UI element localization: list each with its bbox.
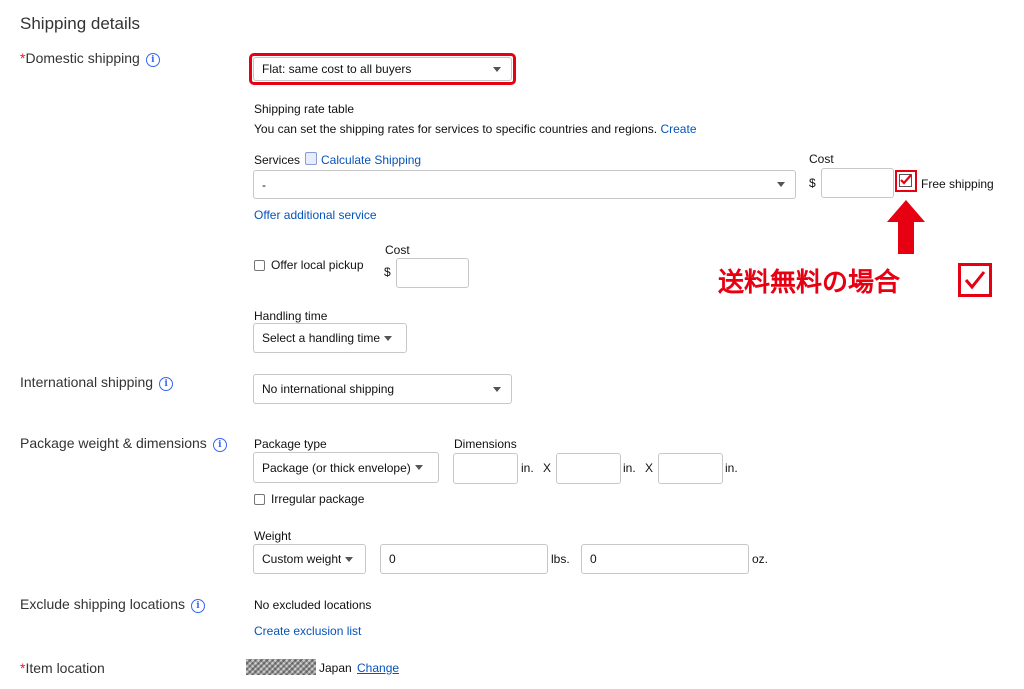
package-type-label: Package type	[254, 437, 327, 451]
local-cost-label: Cost	[385, 243, 410, 257]
select-value: Select a handling time	[262, 331, 381, 345]
irregular-package-option[interactable]: Irregular package	[254, 492, 364, 506]
domestic-shipping-text: Domestic shipping	[25, 50, 140, 66]
input-value: 0	[389, 552, 396, 566]
rate-table-desc-text: You can set the shipping rates for servi…	[254, 122, 658, 136]
rate-table-title: Shipping rate table	[254, 102, 355, 116]
dim-unit: in.	[725, 461, 738, 475]
height-input[interactable]	[658, 453, 723, 484]
input-value: 0	[590, 552, 597, 566]
checkbox-icon	[958, 263, 992, 297]
check-icon	[964, 271, 986, 290]
info-icon[interactable]: i	[159, 377, 174, 391]
handling-time-label: Handling time	[254, 309, 328, 323]
package-type-select[interactable]: Package (or thick envelope)	[253, 452, 439, 483]
arrow-up-icon	[887, 200, 925, 254]
info-icon[interactable]: i	[191, 599, 205, 613]
chevron-down-icon	[493, 66, 501, 72]
chevron-down-icon	[493, 386, 501, 392]
item-location-label: *Item location	[20, 660, 105, 676]
weight-type-select[interactable]: Custom weight	[253, 544, 366, 574]
select-value: Package (or thick envelope)	[262, 460, 411, 475]
local-pickup-label: Offer local pickup	[271, 258, 364, 272]
local-currency-symbol: $	[384, 265, 391, 279]
offer-additional-service-link[interactable]: Offer additional service	[254, 208, 377, 222]
select-value: Flat: same cost to all buyers	[262, 62, 412, 76]
dim-unit: in.	[521, 461, 534, 475]
item-location-country: Japan	[319, 661, 352, 675]
weight-oz-input[interactable]: 0	[581, 544, 749, 574]
dim-separator: X	[645, 461, 654, 475]
chevron-down-icon	[414, 465, 423, 470]
services-header: Services Calculate Shipping	[254, 152, 421, 167]
select-value: No international shipping	[262, 382, 395, 396]
create-exclusion-list-link[interactable]: Create exclusion list	[254, 624, 361, 638]
info-icon[interactable]: i	[145, 53, 160, 67]
dim-unit: in.	[623, 461, 636, 475]
local-pickup-option[interactable]: Offer local pickup	[254, 258, 364, 272]
change-location-link[interactable]: Change	[357, 661, 399, 675]
calculate-shipping-link[interactable]: Calculate Shipping	[321, 153, 421, 167]
exclude-locations-label: Exclude shipping locations i	[20, 596, 205, 613]
service-select[interactable]: -	[253, 170, 796, 199]
redacted-address-image	[246, 659, 316, 675]
currency-symbol: $	[809, 176, 816, 190]
shipping-cost-input[interactable]	[821, 168, 894, 198]
international-shipping-label: International shipping i	[20, 374, 174, 391]
irregular-package-label: Irregular package	[271, 492, 365, 506]
item-location-text: Item location	[25, 660, 105, 676]
width-input[interactable]	[556, 453, 621, 484]
package-weight-dimensions-label: Package weight & dimensions i	[20, 435, 227, 452]
weight-label: Weight	[254, 529, 292, 543]
calculator-icon	[305, 152, 318, 165]
irregular-package-checkbox[interactable]	[254, 493, 265, 505]
international-shipping-text: International shipping	[20, 374, 154, 390]
free-shipping-note: 送料無料の場合	[718, 268, 901, 298]
local-pickup-checkbox[interactable]	[254, 259, 265, 271]
check-icon	[900, 174, 912, 185]
dimensions-label: Dimensions	[454, 437, 517, 451]
select-value: -	[262, 177, 266, 192]
weight-lbs-input[interactable]: 0	[380, 544, 548, 574]
exclude-label-text: Exclude shipping locations	[20, 596, 185, 612]
free-shipping-label: Free shipping	[921, 177, 994, 191]
oz-unit: oz.	[752, 552, 769, 566]
dim-separator: X	[543, 461, 552, 475]
select-value: Custom weight	[262, 552, 342, 566]
length-input[interactable]	[453, 453, 518, 484]
chevron-down-icon	[777, 182, 785, 187]
domestic-shipping-method-select[interactable]: Flat: same cost to all buyers	[253, 57, 512, 81]
cost-label: Cost	[809, 152, 834, 166]
excluded-locations-value: No excluded locations	[254, 598, 372, 612]
handling-time-select[interactable]: Select a handling time	[253, 323, 407, 353]
rate-table-description: You can set the shipping rates for servi…	[254, 122, 697, 136]
page-title: Shipping details	[20, 14, 141, 33]
domestic-shipping-label: *Domestic shipping i	[20, 50, 160, 67]
services-label: Services	[254, 153, 301, 167]
package-label-text: Package weight & dimensions	[20, 435, 207, 451]
lbs-unit: lbs.	[551, 552, 570, 566]
chevron-down-icon	[384, 335, 393, 341]
local-pickup-cost-input[interactable]	[396, 258, 469, 288]
rate-table-create-link[interactable]: Create	[660, 122, 696, 136]
international-shipping-select[interactable]: No international shipping	[253, 374, 512, 404]
info-icon[interactable]: i	[212, 438, 227, 452]
free-shipping-checkbox[interactable]	[899, 174, 912, 187]
chevron-down-icon	[345, 556, 354, 562]
